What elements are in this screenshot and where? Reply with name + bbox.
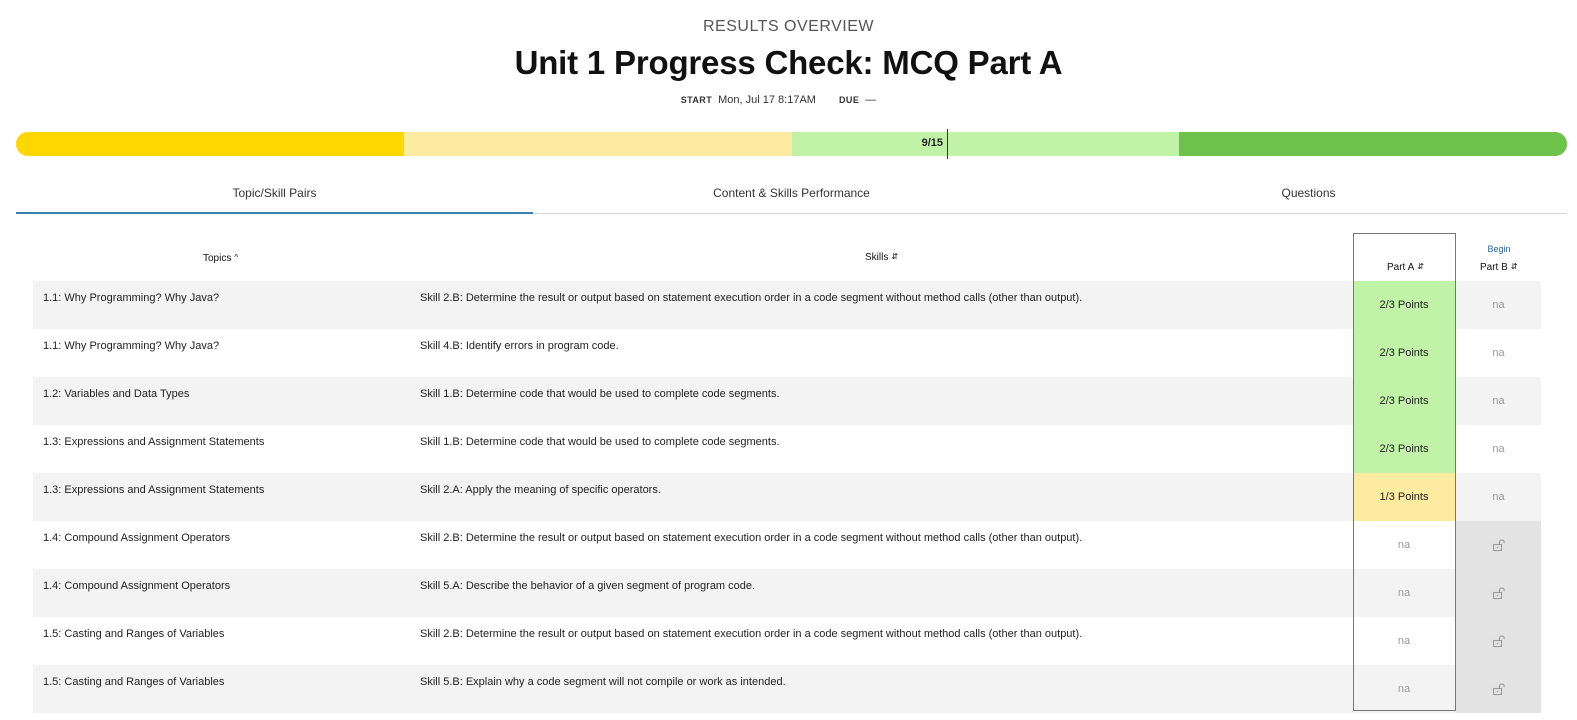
skills-column-header[interactable]: Skills ⇵	[865, 252, 898, 263]
part-a-column-header[interactable]: Part A ⇵	[1387, 262, 1424, 273]
results-tabs: Topic/Skill Pairs Content & Skills Perfor…	[16, 176, 1567, 214]
skills-header-label: Skills	[865, 252, 889, 263]
topic-cell: 1.1: Why Programming? Why Java?	[43, 340, 220, 352]
part-a-score-cell: na	[1397, 635, 1411, 647]
score-progress-bar	[16, 132, 1567, 156]
assignment-dates: START Mon, Jul 17 8:17AM DUE —	[0, 94, 1577, 106]
part-a-score-cell: 1/3 Points	[1353, 473, 1455, 521]
skill-cell: Skill 2.B: Determine the result or outpu…	[420, 292, 1083, 304]
part-a-score-cell: 2/3 Points	[1353, 329, 1455, 377]
part-a-score-cell: 2/3 Points	[1353, 425, 1455, 473]
topic-cell: 1.3: Expressions and Assignment Statemen…	[43, 436, 265, 448]
part-b-score-cell: na	[1492, 299, 1505, 311]
part-a-score-cell: na	[1397, 683, 1411, 695]
topics-column-header[interactable]: Topics ^	[203, 253, 238, 264]
topic-cell: 1.1: Why Programming? Why Java?	[43, 292, 220, 304]
tab-topic-skill-pairs[interactable]: Topic/Skill Pairs	[16, 176, 533, 214]
part-a-score-cell: 2/3 Points	[1353, 377, 1455, 425]
part-b-score-cell: na	[1492, 491, 1505, 503]
part-b-score-cell: na	[1492, 443, 1505, 455]
topic-cell: 1.5: Casting and Ranges of Variables	[43, 628, 225, 640]
skill-cell: Skill 4.B: Identify errors in program co…	[420, 340, 619, 352]
tab-questions[interactable]: Questions	[1050, 176, 1567, 213]
table-row: 1.3: Expressions and Assignment Statemen…	[33, 473, 1541, 521]
table-row: 1.4: Compound Assignment Operators Skill …	[33, 521, 1541, 569]
unlock-icon[interactable]	[1492, 538, 1506, 552]
due-label: DUE	[839, 95, 860, 105]
start-label: START	[680, 95, 713, 105]
score-label: 9/15	[921, 137, 943, 149]
progress-segment-3	[791, 132, 1180, 156]
skill-cell: Skill 5.B: Explain why a code segment wi…	[420, 676, 786, 688]
topic-cell: 1.2: Variables and Data Types	[43, 388, 190, 400]
unlock-icon[interactable]	[1492, 634, 1506, 648]
skill-cell: Skill 1.B: Determine code that would be …	[420, 388, 780, 400]
topic-skill-table: 1.1: Why Programming? Why Java? Skill 2.B…	[33, 281, 1541, 713]
table-row: 1.4: Compound Assignment Operators Skill …	[33, 569, 1541, 617]
tab-content-skills-performance[interactable]: Content & Skills Performance	[533, 176, 1050, 213]
skill-cell: Skill 2.A: Apply the meaning of specific…	[420, 484, 661, 496]
part-a-score-cell: 2/3 Points	[1353, 281, 1455, 329]
table-row: 1.1: Why Programming? Why Java? Skill 2.B…	[33, 281, 1541, 329]
skill-cell: Skill 1.B: Determine code that would be …	[420, 436, 780, 448]
part-a-score-cell: na	[1397, 539, 1411, 551]
skill-cell: Skill 5.A: Describe the behavior of a gi…	[420, 580, 756, 592]
topic-cell: 1.4: Compound Assignment Operators	[43, 580, 231, 592]
progress-segment-4	[1179, 132, 1567, 156]
part-b-column-header[interactable]: Part B ⇵	[1480, 262, 1518, 273]
part-a-score-cell: na	[1397, 587, 1411, 599]
table-row: 1.3: Expressions and Assignment Statemen…	[33, 425, 1541, 473]
part-b-score-cell: na	[1492, 347, 1505, 359]
part-a-header-label: Part A	[1387, 262, 1415, 273]
score-marker	[947, 129, 948, 159]
start-value: Mon, Jul 17 8:17AM	[718, 94, 816, 106]
part-b-locked-cell[interactable]	[1456, 569, 1541, 617]
results-overview-label: RESULTS OVERVIEW	[703, 18, 874, 35]
table-row: 1.2: Variables and Data Types Skill 1.B: …	[33, 377, 1541, 425]
table-row: 1.1: Why Programming? Why Java? Skill 4.B…	[33, 329, 1541, 377]
sort-icon: ⇵	[891, 252, 899, 261]
topics-header-label: Topics	[203, 253, 232, 264]
progress-segment-1	[16, 132, 404, 156]
table-row: 1.5: Casting and Ranges of Variables Skil…	[33, 617, 1541, 665]
topic-cell: 1.4: Compound Assignment Operators	[43, 532, 231, 544]
sort-icon: ⇵	[1417, 262, 1424, 271]
due-value: —	[865, 94, 877, 106]
begin-part-b-link[interactable]: Begin	[1471, 244, 1527, 254]
sort-ascending-icon: ^	[234, 253, 239, 262]
unlock-icon[interactable]	[1492, 586, 1506, 600]
progress-segment-2	[403, 132, 792, 156]
topic-cell: 1.3: Expressions and Assignment Statemen…	[43, 484, 265, 496]
skill-cell: Skill 2.B: Determine the result or outpu…	[420, 532, 1083, 544]
unlock-icon[interactable]	[1492, 682, 1506, 696]
part-b-score-cell: na	[1492, 395, 1505, 407]
table-row: 1.5: Casting and Ranges of Variables Skil…	[33, 665, 1541, 713]
sort-icon: ⇵	[1510, 262, 1518, 271]
part-b-locked-cell[interactable]	[1456, 665, 1541, 713]
part-b-header-label: Part B	[1480, 262, 1508, 273]
skill-cell: Skill 2.B: Determine the result or outpu…	[420, 628, 1083, 640]
topic-cell: 1.5: Casting and Ranges of Variables	[43, 676, 225, 688]
page-title: Unit 1 Progress Check: MCQ Part A	[514, 44, 1063, 81]
part-b-locked-cell[interactable]	[1456, 617, 1541, 665]
part-b-locked-cell[interactable]	[1456, 521, 1541, 569]
